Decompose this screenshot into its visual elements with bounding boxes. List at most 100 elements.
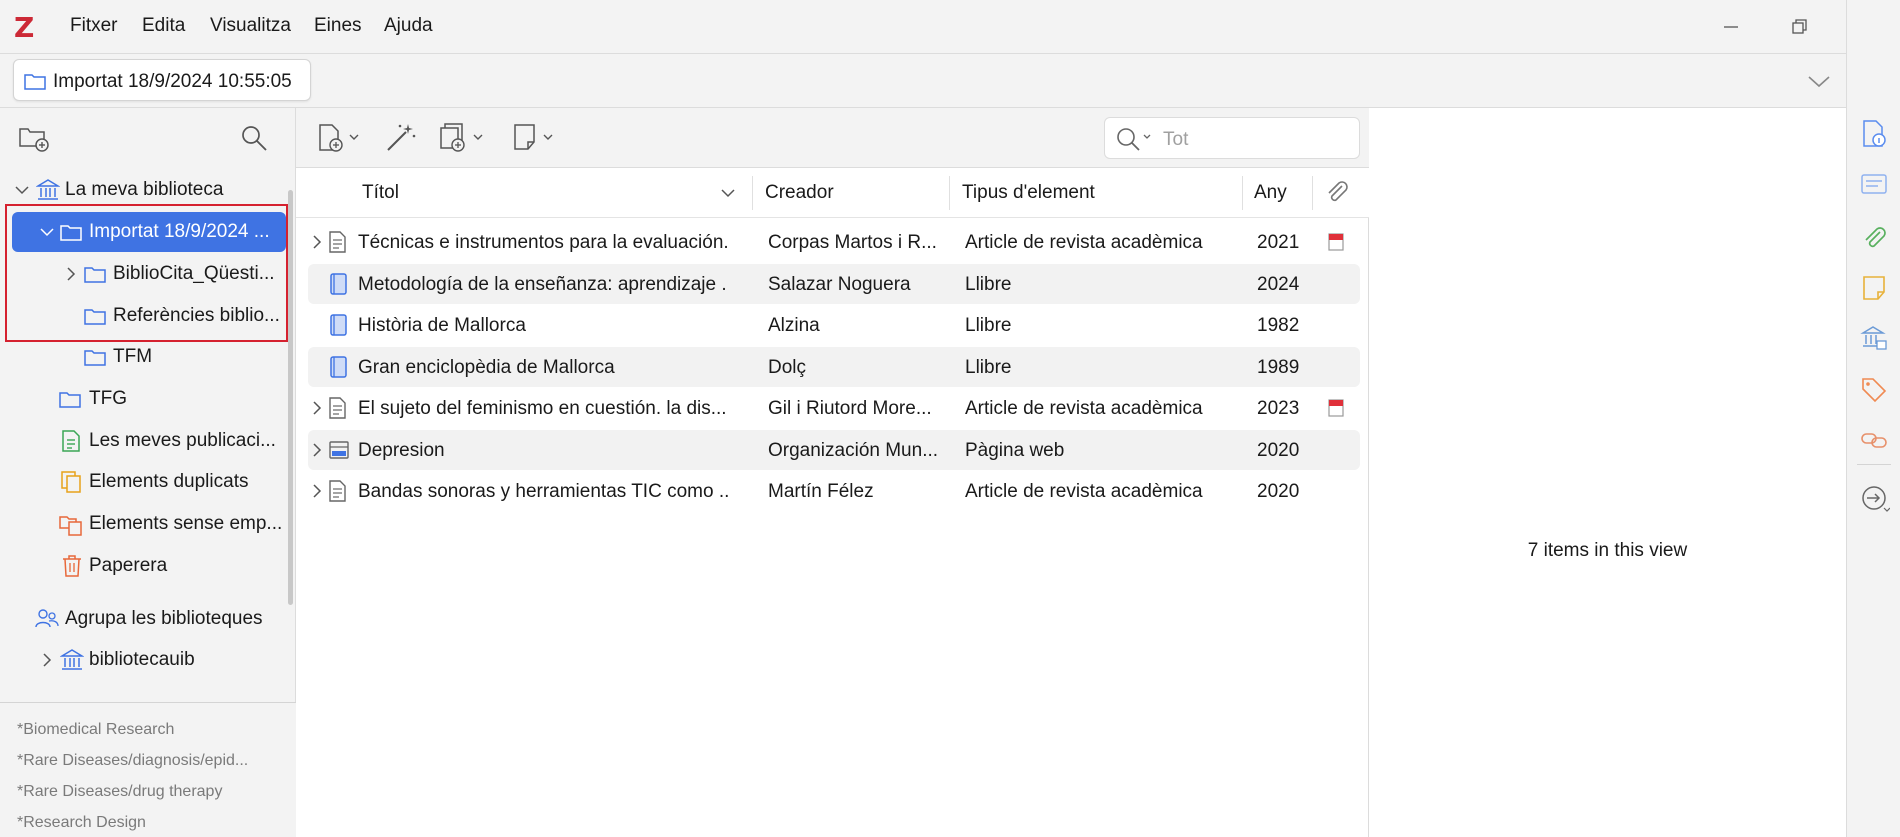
tree-item-bibliocita[interactable]: BiblioCita_Qüesti...: [0, 254, 288, 294]
column-item-type[interactable]: Tipus d'element: [962, 182, 1095, 204]
tree-item-unfiled[interactable]: Elements sense emp...: [0, 504, 288, 544]
new-item-button[interactable]: [316, 122, 366, 154]
tag-icon[interactable]: [1860, 376, 1888, 404]
chevron-down-icon[interactable]: [39, 224, 55, 240]
search-placeholder: Tot: [1163, 129, 1189, 150]
chevron-right-icon[interactable]: [39, 652, 55, 668]
note-icon[interactable]: [1860, 274, 1888, 302]
tag-item[interactable]: *Biomedical Research: [17, 721, 174, 739]
search-icon[interactable]: [1115, 126, 1159, 152]
item-creator: Alzina: [768, 315, 820, 336]
tree-item-label: Elements sense emp...: [89, 513, 283, 534]
item-year: 2020: [1257, 439, 1300, 461]
chevron-right-icon[interactable]: [309, 483, 325, 499]
column-divider[interactable]: [1312, 176, 1313, 210]
folder-icon: [58, 388, 82, 410]
abstract-icon[interactable]: [1860, 172, 1888, 196]
tree-item-my-library[interactable]: La meva biblioteca: [0, 170, 288, 210]
paperclip-icon[interactable]: [1324, 180, 1350, 206]
item-title: Depresion: [358, 439, 445, 461]
menu-edit[interactable]: Edita: [142, 15, 185, 37]
item-year: 1982: [1257, 315, 1300, 336]
magic-wand-icon[interactable]: [384, 122, 418, 154]
item-row[interactable]: Gran enciclopèdia de Mallorca Dolç Llibre 1…: [308, 346, 1360, 387]
sort-chevron-icon[interactable]: [720, 186, 736, 200]
tree-item-trash[interactable]: Paperera: [0, 546, 288, 586]
menu-file[interactable]: Fitxer: [70, 15, 118, 37]
column-year[interactable]: Any: [1254, 182, 1287, 204]
column-divider[interactable]: [949, 176, 950, 210]
chevron-right-icon[interactable]: [309, 400, 325, 416]
item-year: 2023: [1257, 398, 1300, 419]
locate-icon[interactable]: [1860, 484, 1890, 514]
folder-icon: [83, 305, 107, 327]
item-year: 1989: [1257, 356, 1300, 378]
column-divider[interactable]: [752, 176, 753, 210]
pdf-icon[interactable]: [1326, 398, 1346, 418]
tree-item-imported[interactable]: Importat 18/9/2024 ...: [12, 212, 286, 252]
item-creator: Dolç: [768, 356, 807, 378]
new-note-button[interactable]: [512, 122, 560, 154]
item-count-message: 7 items in this view: [1527, 540, 1688, 561]
item-type: Pàgina web: [965, 439, 1065, 461]
tree-item-groups[interactable]: Agrupa les biblioteques: [0, 599, 288, 639]
book-icon: [328, 355, 348, 379]
item-type: Article de revista acadèmica: [965, 481, 1203, 502]
search-icon[interactable]: [240, 124, 268, 152]
tree-item-tfg[interactable]: TFG: [0, 379, 288, 419]
menu-help[interactable]: Ajuda: [384, 15, 433, 37]
column-header: Títol Creador Tipus d'element Any: [296, 168, 1369, 218]
column-creator[interactable]: Creador: [765, 182, 834, 204]
related-icon[interactable]: [1860, 428, 1888, 452]
publications-icon: [60, 429, 82, 453]
item-row[interactable]: El sujeto del feminismo en cuestión. la …: [308, 388, 1360, 428]
chevron-right-icon[interactable]: [63, 266, 79, 282]
tree-item-my-publications[interactable]: Les meves publicaci...: [0, 421, 288, 461]
item-type: Article de revista acadèmica: [965, 232, 1203, 253]
item-row[interactable]: Història de Mallorca Alzina Llibre 1982: [308, 305, 1360, 345]
item-row[interactable]: Metodología de la enseñanza: aprendizaje…: [308, 263, 1360, 304]
chevron-down-icon[interactable]: [1806, 68, 1832, 94]
items-toolbar: Tot: [296, 108, 1369, 168]
libraries-collections-icon[interactable]: [1860, 324, 1888, 352]
collections-scrollbar[interactable]: [288, 190, 293, 605]
tree-item-label: BiblioCita_Qüesti...: [113, 263, 275, 284]
tree-item-label: Referències biblio...: [113, 305, 280, 326]
tag-item[interactable]: *Rare Diseases/drug therapy: [17, 783, 222, 801]
pdf-icon[interactable]: [1326, 232, 1346, 252]
restore-button[interactable]: [1784, 12, 1814, 42]
tree-item-tfm[interactable]: TFM: [0, 337, 288, 377]
webpage-icon: [328, 438, 350, 462]
chevron-right-icon[interactable]: [309, 442, 325, 458]
chevron-right-icon[interactable]: [309, 234, 325, 250]
item-title: El sujeto del feminismo en cuestión. la …: [358, 398, 727, 419]
tree-item-group-library[interactable]: bibliotecauib: [0, 640, 288, 680]
attachment-icon[interactable]: [1860, 224, 1888, 252]
column-divider[interactable]: [1242, 176, 1243, 210]
tag-item[interactable]: *Rare Diseases/diagnosis/epid...: [17, 752, 248, 770]
folder-icon: [23, 70, 47, 92]
chevron-down-icon[interactable]: [14, 182, 30, 198]
item-type: Llibre: [965, 273, 1012, 295]
new-collection-icon[interactable]: [18, 124, 50, 152]
tree-item-duplicates[interactable]: Elements duplicats: [0, 462, 288, 502]
folder-icon: [83, 263, 107, 285]
tree-item-label: Agrupa les biblioteques: [65, 608, 263, 629]
tree-item-label: Importat 18/9/2024 ...: [89, 221, 270, 242]
add-attachment-button[interactable]: [438, 122, 490, 154]
article-icon: [328, 479, 348, 503]
column-title[interactable]: Títol: [362, 182, 399, 204]
menu-view[interactable]: Visualitza: [210, 15, 291, 37]
minimize-button[interactable]: [1716, 12, 1746, 42]
search-input[interactable]: Tot: [1104, 117, 1360, 159]
item-row[interactable]: Técnicas e instrumentos para la evaluaci…: [308, 222, 1360, 262]
tree-item-references[interactable]: Referències biblio...: [0, 296, 288, 336]
item-type: Article de revista acadèmica: [965, 398, 1203, 419]
menu-tools[interactable]: Eines: [314, 15, 362, 37]
library-tab[interactable]: Importat 18/9/2024 10:55:05: [13, 59, 311, 101]
tag-item[interactable]: *Research Design: [17, 814, 146, 832]
item-row[interactable]: Bandas sonoras y herramientas TIC como .…: [308, 471, 1360, 511]
info-icon[interactable]: [1860, 119, 1888, 149]
item-row[interactable]: Depresion Organización Mun... Pàgina web 20…: [308, 429, 1360, 470]
tree-item-label: Paperera: [89, 555, 168, 576]
